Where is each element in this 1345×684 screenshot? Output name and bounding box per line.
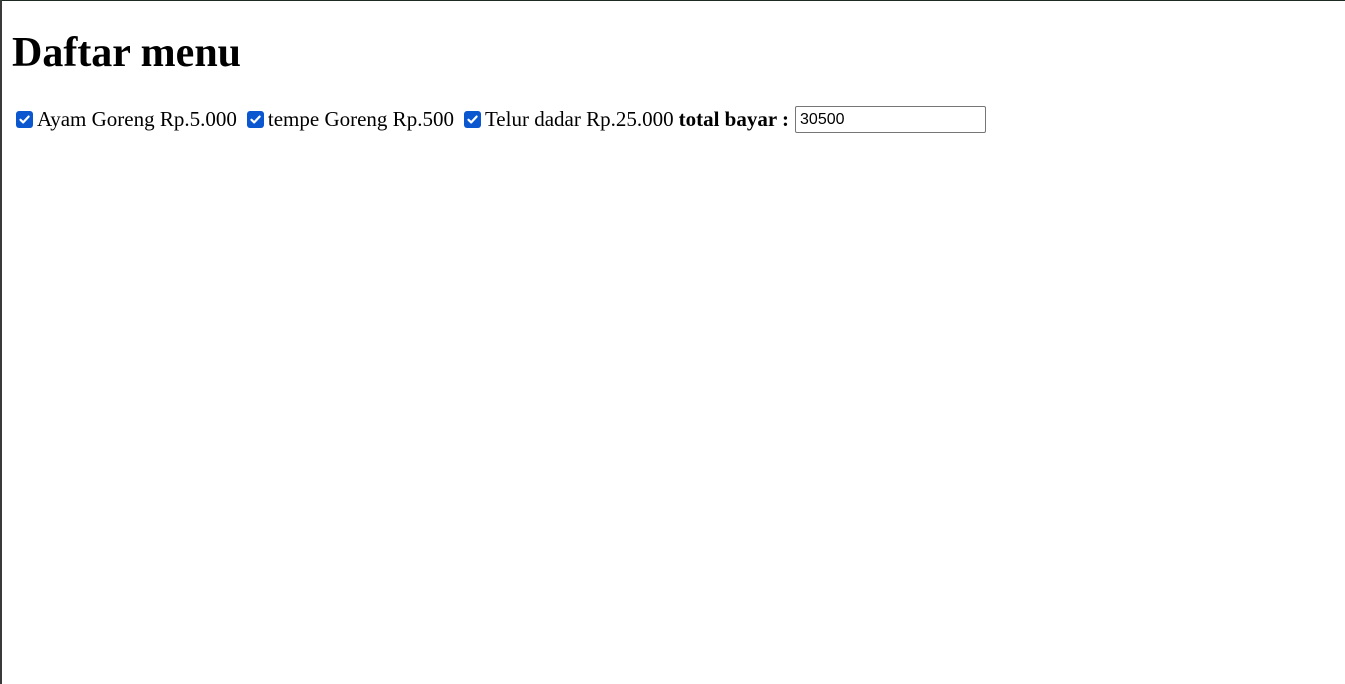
menu-item-tempe-goreng[interactable]: tempe Goreng Rp.500 [246,106,454,132]
ayam-goreng-checkbox[interactable] [16,110,33,128]
check-icon [250,115,261,123]
menu-item-label: tempe Goreng Rp.500 [267,106,454,131]
total-label: total bayar : [678,106,790,131]
check-icon [19,115,30,123]
menu-item-telur-dadar[interactable]: Telur dadar Rp.25.000 [463,106,674,132]
window-top-border [0,0,1345,1]
telur-dadar-checkbox[interactable] [463,110,481,128]
tempe-goreng-checkbox[interactable] [246,110,264,128]
page-title: Daftar menu [12,30,242,76]
menu-item-label: Telur dadar Rp.25.000 [484,106,674,131]
menu-list: Ayam Goreng Rp.5.000 tempe Goreng Rp.500… [16,104,987,134]
menu-item-label: Ayam Goreng Rp.5.000 [37,106,237,131]
total-input[interactable] [795,105,987,133]
check-icon [467,115,478,123]
window-left-border [0,0,2,684]
menu-item-ayam-goreng[interactable]: Ayam Goreng Rp.5.000 [16,107,237,132]
